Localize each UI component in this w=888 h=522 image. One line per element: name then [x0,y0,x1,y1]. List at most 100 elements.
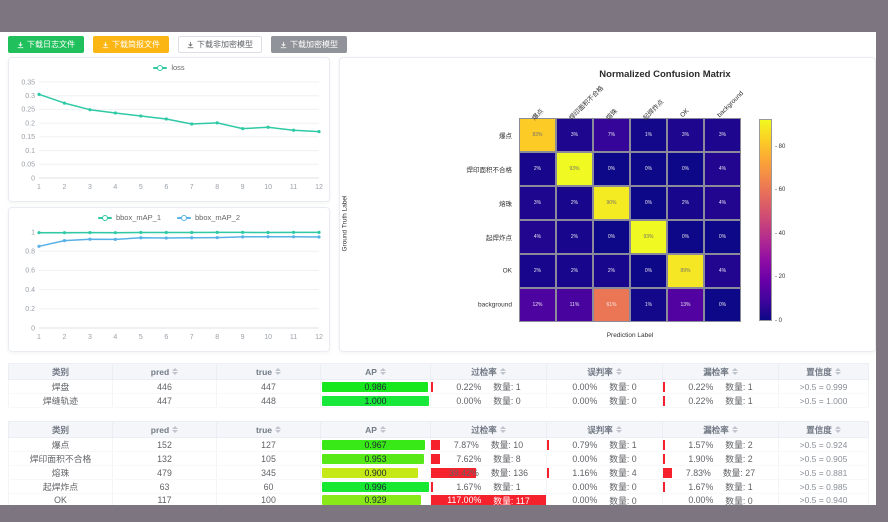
matrix-cell: 0% [593,220,630,254]
column-header-true[interactable]: true [217,364,321,380]
rate-cell: 1.67%数量: 1 [663,481,778,493]
rate-cell: 0.22%数量: 1 [663,381,778,393]
column-header-label: true [256,367,272,377]
column-header-pred[interactable]: pred [113,422,217,438]
column-header-mis[interactable]: 误判率 [547,422,663,438]
column-header-ap[interactable]: AP [321,422,431,438]
svg-text:1: 1 [31,229,35,236]
sort-icon[interactable] [172,368,178,375]
rate-percent: 7.83% [686,468,711,478]
svg-text:0.15: 0.15 [21,134,35,141]
download-report-button[interactable]: 下载简报文件 [93,36,169,53]
sort-icon[interactable] [275,368,281,375]
matrix-cell: 2% [667,186,704,220]
matrix-cell: 4% [704,254,741,288]
sort-icon[interactable] [172,426,178,433]
sort-icon[interactable] [500,368,506,375]
column-header-true[interactable]: true [217,422,321,438]
svg-text:0.1: 0.1 [25,148,35,155]
rate-count: 数量: 1 [725,394,752,407]
column-header-ap[interactable]: AP [321,364,431,380]
confidence-cell: >0.5 = 0.924 [779,438,869,452]
download-plain-model-button[interactable]: 下载非加密模型 [178,36,262,53]
svg-text:12: 12 [315,184,323,191]
download-encrypted-model-button[interactable]: 下载加密模型 [271,36,347,53]
rate-bar [547,440,549,450]
download-icon [280,41,287,49]
table-row: 焊缝轨迹4474481.0000.00%数量: 00.00%数量: 00.22%… [9,394,869,408]
table-header-row: 类别predtrueAP过检率误判率漏检率置信度 [9,422,869,438]
sort-icon[interactable] [616,368,622,375]
confidence-cell: >0.5 = 0.999 [779,380,869,394]
matrix-cell: 3% [667,118,704,152]
svg-text:0.05: 0.05 [21,162,35,169]
sort-icon[interactable] [732,368,738,375]
table-row: 起焊炸点63600.9961.67%数量: 10.00%数量: 01.67%数量… [9,480,869,494]
sort-icon[interactable] [835,368,841,375]
sort-icon[interactable] [835,426,841,433]
rate-bar [431,454,440,464]
colorbar-tick: - 40 [775,231,785,237]
svg-text:6: 6 [164,184,168,191]
svg-text:4: 4 [113,334,117,341]
matrix-cell: 0% [593,152,630,186]
column-header-conf[interactable]: 置信度 [779,422,869,438]
pred-cell: 447 [113,394,217,408]
svg-text:3: 3 [88,184,92,191]
svg-text:0.2: 0.2 [25,306,35,313]
sort-icon[interactable] [380,368,386,375]
pred-cell: 479 [113,466,217,480]
confidence-cell: >0.5 = 0.905 [779,452,869,466]
column-header-label: 漏检率 [703,424,729,436]
column-header-pred[interactable]: pred [113,364,217,380]
matrix-cell: 7% [593,118,630,152]
sort-icon[interactable] [616,426,622,433]
column-header-label: true [256,425,272,435]
matrix-cell: 11% [556,288,593,322]
svg-text:10: 10 [264,184,272,191]
svg-text:0.4: 0.4 [25,287,35,294]
svg-text:12: 12 [315,334,323,341]
matrix-row-label: background [340,302,512,309]
legend-item[interactable]: bbox_mAP_2 [177,213,240,222]
sort-icon[interactable] [500,426,506,433]
rate-percent: 39.42% [449,468,479,478]
download-icon [187,41,194,49]
matrix-row-label: OK [340,268,512,275]
column-header-mis[interactable]: 误判率 [547,364,663,380]
column-header-label: 过检率 [471,424,497,436]
column-header-miss[interactable]: 漏检率 [663,422,779,438]
column-header-label: 漏检率 [703,366,729,378]
rate-percent: 0.22% [456,382,481,392]
sort-icon[interactable] [732,426,738,433]
legend-item[interactable]: bbox_mAP_1 [98,213,161,222]
rate-count: 数量: 0 [609,380,636,393]
column-header-label: pred [151,425,169,435]
matrix-row-label: 熔珠 [340,198,512,208]
download-log-button[interactable]: 下载日志文件 [8,36,84,53]
rate-count: 数量: 27 [723,466,755,479]
svg-text:9: 9 [241,184,245,191]
rate-count: 数量: 8 [493,452,520,465]
confusion-matrix-title: Normalized Confusion Matrix [520,69,810,80]
matrix-cell: 0% [667,220,704,254]
matrix-cell: 83% [519,118,556,152]
ap-cell: 0.953 [321,452,431,466]
right-frame-bar [876,0,888,522]
pred-cell: 132 [113,452,217,466]
column-header-miss[interactable]: 漏检率 [663,364,779,380]
metrics-tables: 类别predtrueAP过检率误判率漏检率置信度焊盘4464470.9860.2… [8,363,868,507]
column-header-label: AP [365,425,377,435]
sort-icon[interactable] [380,426,386,433]
legend-item[interactable]: loss [153,63,184,72]
rate-percent: 1.67% [456,482,481,492]
category-cell: 焊印面积不合格 [9,452,113,466]
svg-text:7: 7 [190,184,194,191]
sort-icon[interactable] [275,426,281,433]
column-header-conf[interactable]: 置信度 [779,364,869,380]
column-header-over[interactable]: 过检率 [431,364,547,380]
svg-text:9: 9 [241,334,245,341]
matrix-cell: 12% [519,288,556,322]
column-header-over[interactable]: 过检率 [431,422,547,438]
download-log-label: 下载日志文件 [27,39,75,50]
